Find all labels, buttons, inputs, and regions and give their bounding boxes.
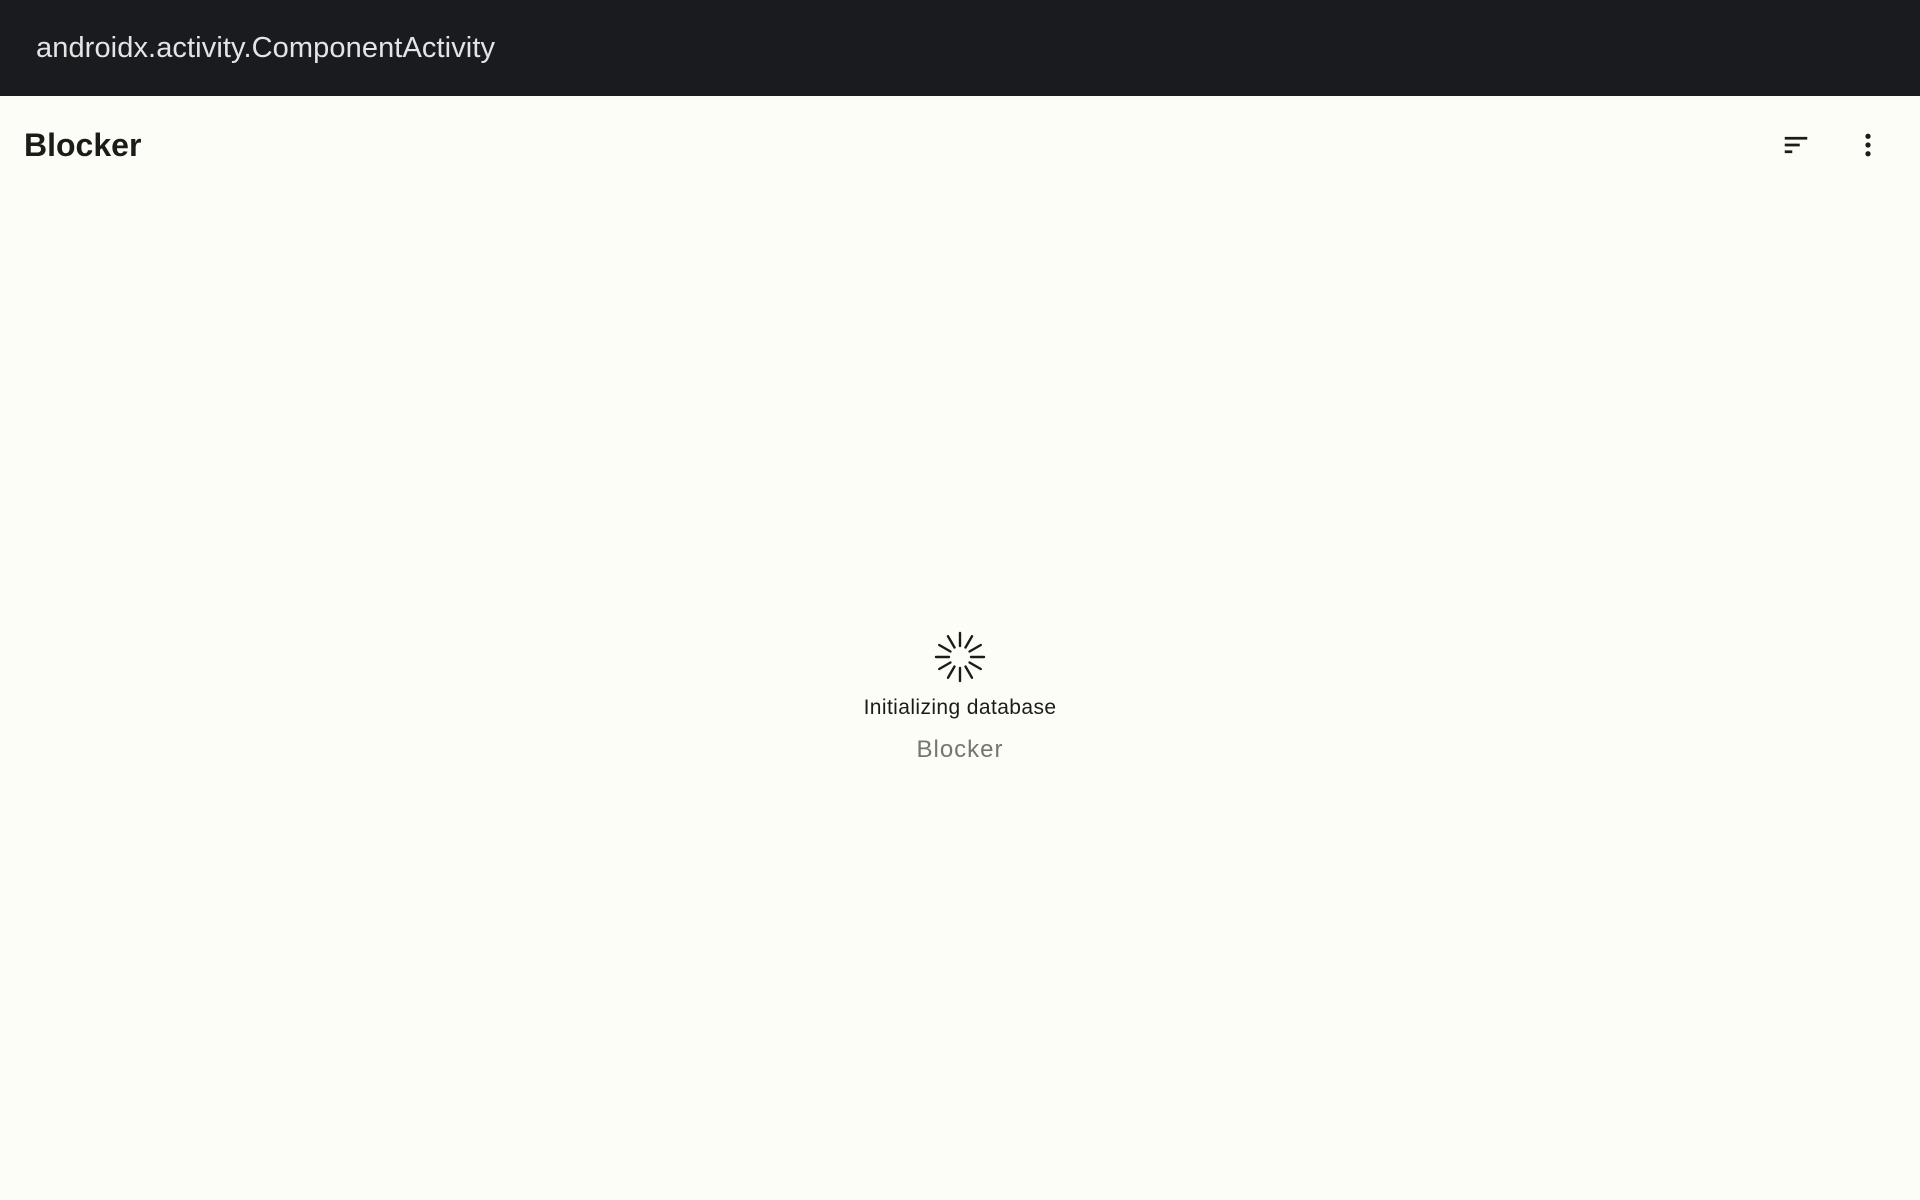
spinner-spoke xyxy=(946,635,956,649)
app-title: Blocker xyxy=(24,126,142,163)
spinner-spoke xyxy=(938,661,952,671)
spinner-icon xyxy=(934,631,986,683)
window-title: androidx.activity.ComponentActivity xyxy=(36,31,496,64)
spinner-spoke xyxy=(964,665,974,679)
loading-indicator: Initializing database Blocker xyxy=(0,630,1920,764)
spinner-spoke xyxy=(968,661,982,671)
loading-app-name: Blocker xyxy=(916,736,1004,763)
spinner-spoke xyxy=(968,643,982,653)
loading-message: Initializing database xyxy=(863,696,1057,719)
sort-icon xyxy=(1784,136,1808,154)
more-vert-icon xyxy=(1865,133,1871,157)
spinner-spoke xyxy=(964,635,974,649)
spinner-spoke xyxy=(938,643,952,653)
window-titlebar: androidx.activity.ComponentActivity xyxy=(0,0,1920,96)
sort-button[interactable] xyxy=(1766,115,1826,175)
spinner-spoke xyxy=(946,665,956,679)
more-options-button[interactable] xyxy=(1838,115,1898,175)
app-bar: Blocker xyxy=(0,96,1920,194)
